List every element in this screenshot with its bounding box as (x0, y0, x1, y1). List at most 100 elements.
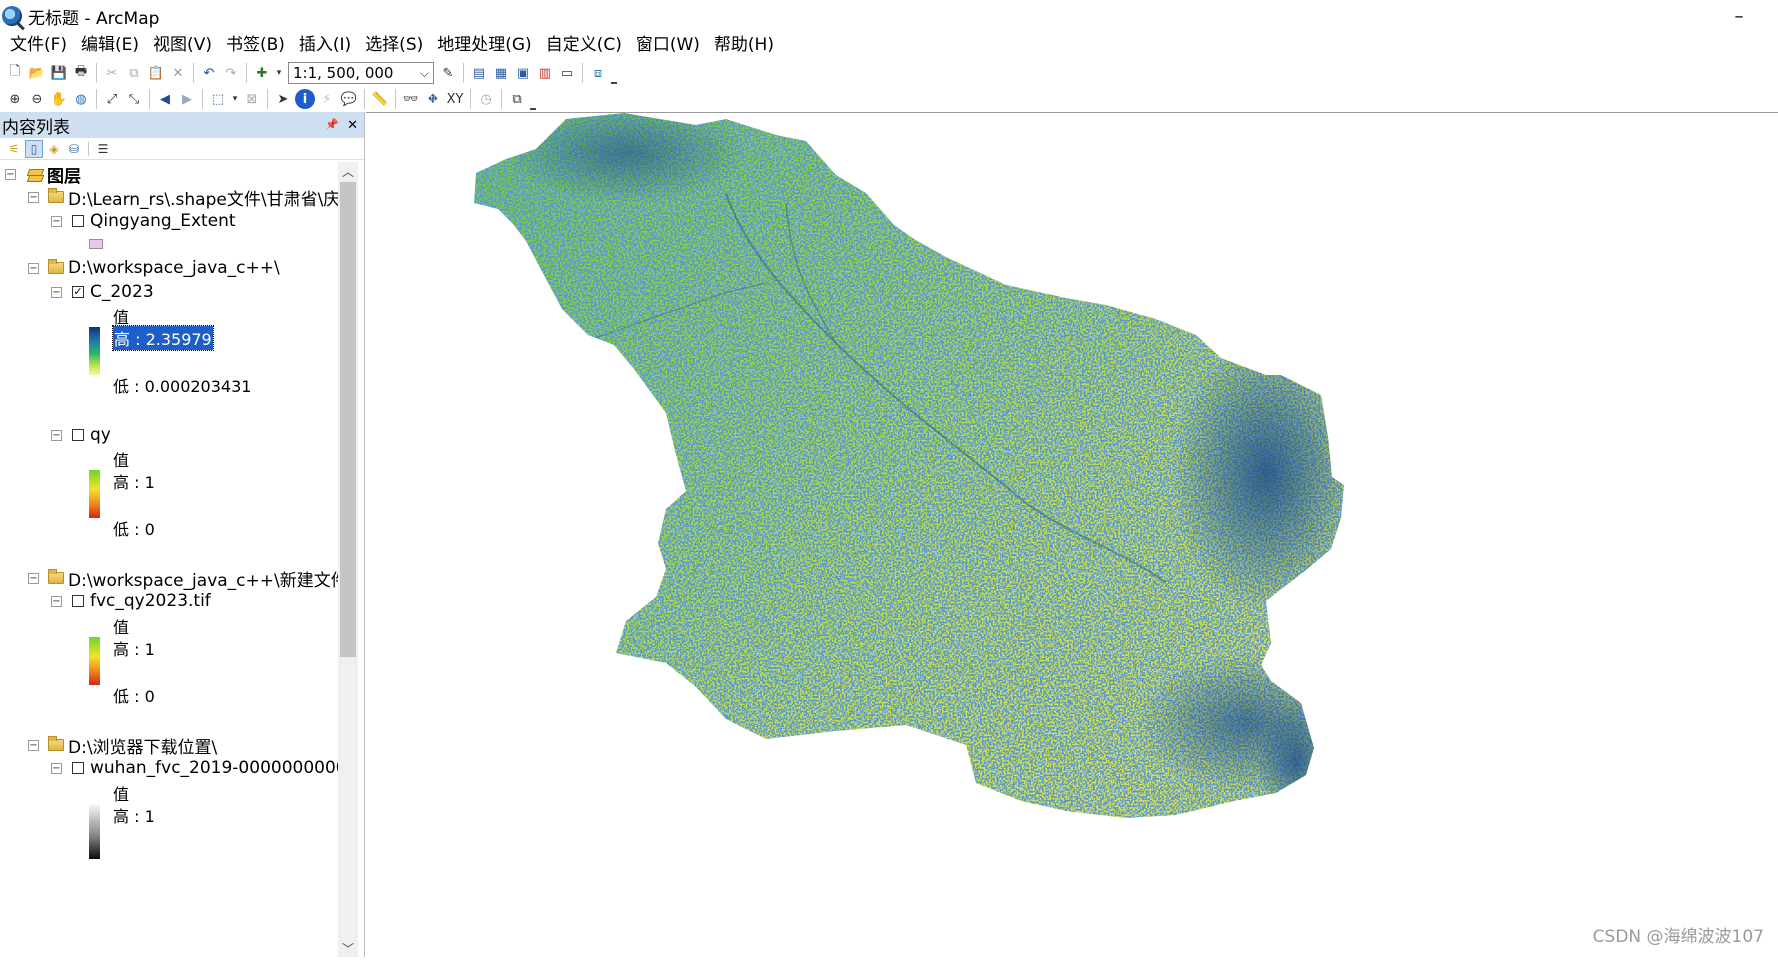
search-window-icon[interactable]: ▣ (513, 63, 533, 83)
catalog-icon[interactable]: ▦ (491, 63, 511, 83)
full-extent-globe-icon[interactable]: ◍ (71, 89, 91, 109)
list-by-selection-icon[interactable]: ⛁ (65, 140, 83, 158)
find-binoculars-icon[interactable]: 👓 (401, 89, 421, 109)
scroll-thumb[interactable] (340, 182, 356, 657)
menu-selection[interactable]: 选择(S) (358, 33, 430, 57)
layer-row[interactable]: − wuhan_fvc_2019-0000000000-0 (51, 757, 338, 779)
scroll-down-icon[interactable]: ﹀ (338, 939, 358, 957)
data-frame-path[interactable]: − D:\workspace_java_c++\ (28, 257, 280, 279)
new-document-icon[interactable]: 🗋 (5, 63, 25, 83)
collapse-icon[interactable]: − (28, 191, 39, 203)
pan-hand-icon[interactable]: ✋ (49, 89, 69, 109)
polygon-symbol-swatch[interactable] (89, 239, 103, 249)
undo-icon[interactable]: ↶ (199, 63, 219, 83)
list-by-source-icon[interactable]: ▯ (25, 139, 43, 158)
color-ramp[interactable] (89, 804, 100, 859)
table-of-contents-panel: 内容列表 📌 ✕ ⚟ ▯ ◈ ⛁ ☰ − 图层 − D:\Learn_rs\.s… (0, 112, 365, 957)
model-builder-icon[interactable]: ⧈ (588, 63, 608, 83)
legend-value-label: 值 (113, 451, 130, 470)
data-frame-path[interactable]: − D:\Learn_rs\.shape文件\甘肃省\庆阳市 (28, 186, 338, 210)
menu-view[interactable]: 视图(V) (146, 33, 219, 57)
collapse-icon[interactable]: − (5, 168, 16, 180)
table-of-contents-icon[interactable]: ▤ (469, 63, 489, 83)
layer-visibility-checkbox[interactable] (72, 429, 84, 441)
menu-insert[interactable]: 插入(I) (292, 33, 358, 57)
raster-map[interactable] (366, 113, 1778, 958)
hyperlink-icon[interactable]: ⚡ (317, 89, 337, 109)
identify-icon[interactable]: i (295, 89, 315, 109)
arctoolbox-icon[interactable]: ▥ (535, 63, 555, 83)
menu-file[interactable]: 文件(F) (3, 33, 74, 57)
back-arrow-icon[interactable]: ◀ (155, 89, 175, 109)
toc-scrollbar[interactable]: ︿ ﹀ (338, 162, 358, 957)
pin-icon[interactable]: 📌 (325, 118, 339, 133)
collapse-icon[interactable]: − (51, 215, 62, 227)
menu-bookmarks[interactable]: 书签(B) (219, 33, 292, 57)
add-data-dropdown-icon[interactable]: ▾ (274, 63, 284, 83)
list-by-drawing-order-icon[interactable]: ⚟ (5, 140, 23, 158)
python-window-icon[interactable]: ▭ (557, 63, 577, 83)
cut-icon[interactable]: ✂ (102, 63, 122, 83)
collapse-icon[interactable]: − (51, 286, 62, 298)
editor-toolbar-icon[interactable]: ✎ (438, 63, 458, 83)
select-features-icon[interactable]: ⬚ (208, 89, 228, 109)
color-ramp[interactable] (89, 637, 100, 685)
menu-edit[interactable]: 编辑(E) (74, 33, 146, 57)
menu-help[interactable]: 帮助(H) (707, 33, 781, 57)
go-to-xy-icon[interactable]: XY (445, 89, 465, 109)
add-data-icon[interactable]: ✚ (252, 63, 272, 83)
menu-customize[interactable]: 自定义(C) (539, 33, 629, 57)
select-elements-arrow-icon[interactable]: ➤ (273, 89, 293, 109)
map-display[interactable]: CSDN @海绵波波107 (366, 112, 1778, 957)
options-icon[interactable]: ☰ (94, 140, 112, 158)
list-by-visibility-icon[interactable]: ◈ (45, 140, 63, 158)
layer-row[interactable]: − Qingyang_Extent (51, 210, 236, 232)
copy-icon[interactable]: ⧉ (124, 63, 144, 83)
data-frame-path[interactable]: − D:\workspace_java_c++\新建文件夹\ (28, 567, 338, 591)
scroll-up-icon[interactable]: ︿ (338, 162, 358, 180)
open-folder-icon[interactable]: 📂 (27, 63, 47, 83)
forward-arrow-icon[interactable]: ▶ (177, 89, 197, 109)
redo-icon[interactable]: ↷ (221, 63, 241, 83)
close-icon[interactable]: ✕ (347, 118, 358, 133)
time-slider-icon[interactable]: ◷ (476, 89, 496, 109)
layer-row[interactable]: − ✓ C_2023 (51, 281, 154, 303)
html-popup-icon[interactable]: 💬 (339, 89, 359, 109)
menu-windows[interactable]: 窗口(W) (629, 33, 707, 57)
collapse-icon[interactable]: − (51, 429, 62, 441)
layer-visibility-checkbox[interactable] (72, 215, 84, 227)
zoom-out-icon[interactable]: ⊖ (27, 89, 47, 109)
fixed-zoom-out-icon[interactable]: ⤡ (124, 89, 144, 109)
toolbar-options-icon[interactable] (611, 72, 617, 84)
data-frame-path[interactable]: − D:\浏览器下载位置\ (28, 734, 217, 758)
collapse-icon[interactable]: − (51, 595, 62, 607)
layer-row[interactable]: − qy (51, 424, 111, 446)
collapse-icon[interactable]: − (28, 572, 39, 584)
collapse-icon[interactable]: − (28, 739, 39, 751)
toolbar-options-icon[interactable] (530, 98, 536, 110)
print-icon[interactable]: 🖶 (71, 63, 91, 83)
measure-icon[interactable]: 📏 (370, 89, 390, 109)
save-icon[interactable]: 💾 (49, 63, 69, 83)
delete-icon[interactable]: ✕ (168, 63, 188, 83)
create-viewer-window-icon[interactable]: ⧉ (507, 89, 527, 109)
zoom-in-icon[interactable]: ⊕ (5, 89, 25, 109)
clear-selection-icon[interactable]: ⊠ (242, 89, 262, 109)
layer-visibility-checkbox[interactable] (72, 762, 84, 774)
fixed-zoom-in-icon[interactable]: ⤢ (102, 89, 122, 109)
collapse-icon[interactable]: − (28, 262, 39, 274)
color-ramp[interactable] (89, 470, 100, 518)
color-ramp[interactable] (89, 327, 100, 375)
layer-visibility-checkbox[interactable] (72, 595, 84, 607)
layer-visibility-checkbox[interactable]: ✓ (72, 286, 84, 298)
paste-icon[interactable]: 📋 (146, 63, 166, 83)
tree-root[interactable]: − 图层 (5, 163, 81, 187)
map-scale-select[interactable]: 1:1, 500, 000 ⌵ (288, 62, 434, 84)
menu-geoprocessing[interactable]: 地理处理(G) (430, 33, 538, 57)
select-features-dropdown-icon[interactable]: ▾ (230, 89, 240, 109)
layer-row[interactable]: − fvc_qy2023.tif (51, 590, 211, 612)
legend-high-label[interactable]: 高 : 2.35979 (112, 325, 214, 351)
minimize-button[interactable]: – (1724, 2, 1754, 30)
collapse-icon[interactable]: − (51, 762, 62, 774)
find-route-icon[interactable]: ⛖ (423, 89, 443, 109)
